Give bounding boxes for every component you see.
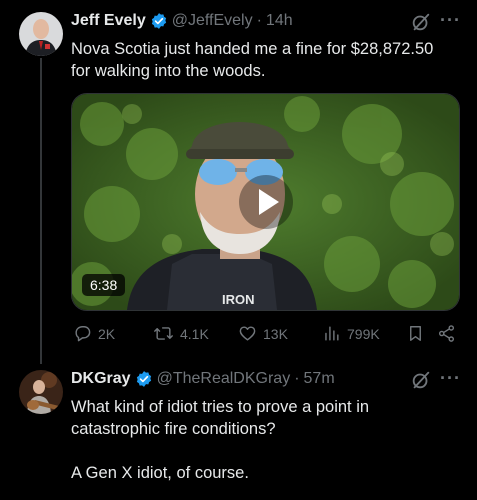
separator-dot: · [294, 370, 300, 387]
repost-button[interactable]: 4.1K [153, 324, 209, 343]
svg-text:IRON: IRON [222, 292, 255, 307]
views-button[interactable]: 799K [322, 324, 380, 343]
author-name[interactable]: Jeff Evely [71, 12, 146, 30]
grok-icon[interactable] [410, 369, 432, 391]
timestamp[interactable]: 14h [266, 12, 293, 30]
repost-icon [154, 327, 173, 340]
reply-timestamp[interactable]: 57m [304, 370, 335, 388]
thread-connector-line [40, 58, 42, 364]
views-icon [325, 326, 339, 341]
repost-count: 4.1K [180, 325, 209, 342]
like-button[interactable]: 13K [238, 324, 288, 343]
tweet-text-line: Nova Scotia just handed me a fine for $2… [71, 40, 434, 58]
heart-icon [239, 326, 256, 341]
video-player[interactable]: IRON 6:38 [71, 93, 460, 311]
separator-dot: · [256, 12, 262, 29]
more-options-icon[interactable]: ··· [440, 368, 461, 389]
bookmark-button[interactable] [406, 324, 425, 343]
reply-author-name[interactable]: DKGray [71, 370, 131, 388]
reply-text-line: catastrophic fire conditions? [71, 420, 276, 438]
tweet-header: Jeff Evely @JeffEvely · 14h [71, 12, 293, 30]
bookmark-icon [410, 326, 421, 341]
tweet-text: Nova Scotia just handed me a fine for $2… [71, 38, 433, 82]
play-icon[interactable] [238, 175, 293, 229]
more-options-icon[interactable]: ··· [440, 10, 461, 31]
verified-badge-icon [135, 370, 153, 388]
tweet-action-bar: 2K 4.1K 13K 799K [0, 322, 477, 346]
reply-text: What kind of idiot tries to prove a poin… [71, 396, 369, 484]
reply-header: DKGray @TheRealDKGray · 57m [71, 370, 335, 388]
reply-author-handle[interactable]: @TheRealDKGray [157, 370, 291, 388]
tweet-text-line: for walking into the woods. [71, 62, 266, 80]
grok-icon[interactable] [410, 11, 432, 33]
reply-text-line: A Gen X idiot, of course. [71, 464, 249, 482]
author-handle[interactable]: @JeffEvely [172, 12, 253, 30]
share-icon [438, 325, 455, 342]
verified-badge-icon [150, 12, 168, 30]
reply-author-avatar[interactable] [19, 370, 63, 414]
reply-text-line: What kind of idiot tries to prove a poin… [71, 398, 370, 416]
reply-button[interactable]: 2K [73, 324, 115, 343]
author-avatar[interactable] [19, 12, 63, 56]
like-count: 13K [263, 325, 288, 342]
views-count: 799K [347, 325, 380, 342]
reply-count: 2K [98, 325, 116, 342]
share-button[interactable] [437, 324, 456, 343]
reply-icon [75, 326, 91, 342]
video-duration: 6:38 [82, 274, 126, 296]
